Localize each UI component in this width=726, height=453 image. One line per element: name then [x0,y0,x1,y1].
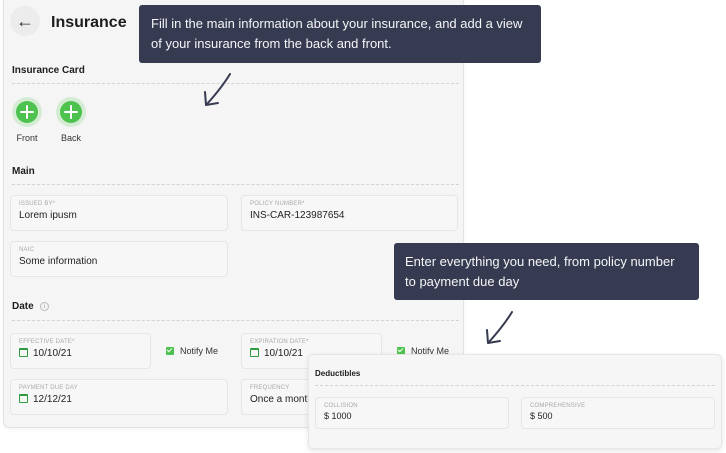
calendar-icon [250,348,259,357]
field-value: 10/10/21 [264,348,303,359]
section-insurance-card: Insurance Card [12,65,85,76]
calendar-icon [19,394,28,403]
divider [12,184,459,185]
field-label: FREQUENCY [250,385,290,391]
back-button[interactable]: ← [10,6,40,36]
tooltip-card-info: Fill in the main information about your … [139,5,541,63]
tooltip-text: Enter everything you need, from policy n… [405,254,675,289]
field-label: NAIC [19,247,35,253]
section-date: Date [12,301,34,312]
field-value-wrap: 10/10/21 [250,348,303,359]
front-label: Front [16,133,38,143]
tooltip-fields-info: Enter everything you need, from policy n… [394,243,699,300]
field-label: ISSUED BY* [19,201,56,207]
calendar-icon [19,348,28,357]
field-label: PAYMENT DUE DAY [19,385,78,391]
collision-field[interactable]: COLLISION $ 1000 [315,397,509,429]
divider [315,385,715,386]
arrow-left-icon: ← [16,10,34,31]
field-value: INS-CAR-123987654 [250,210,345,221]
field-label: COLLISION [324,403,358,409]
deductibles-card: Deductibles COLLISION $ 1000 COMPREHENSI… [308,354,722,449]
tooltip-text: Fill in the main information about your … [151,16,523,51]
info-icon[interactable]: i [40,302,49,311]
effective-date-field[interactable]: EFFECTIVE DATE* 10/10/21 [10,333,151,369]
field-label: POLICY NUMBER* [250,201,305,207]
field-value: 10/10/21 [33,348,72,359]
field-label: COMPREHENSIVE [530,403,586,409]
plus-icon [16,101,38,123]
hand-drawn-arrow-icon [486,311,513,344]
policy-number-field[interactable]: POLICY NUMBER* INS-CAR-123987654 [241,195,458,231]
checkbox-label: Notify Me [180,346,219,356]
field-value: 12/12/21 [33,394,72,405]
comprehensive-field[interactable]: COMPREHENSIVE $ 500 [521,397,715,429]
checkbox-checked-icon [166,347,174,355]
issued-by-field[interactable]: ISSUED BY* Lorem ipusm [10,195,228,231]
field-value: Lorem ipusm [19,210,77,221]
field-label: EFFECTIVE DATE* [19,339,75,345]
field-value: Some information [19,256,98,267]
naic-field[interactable]: NAIC Some information [10,241,228,277]
field-value: $ 1000 [324,411,352,421]
field-value-wrap: 10/10/21 [19,348,72,359]
add-back-button[interactable] [56,97,86,127]
hand-drawn-arrow-icon [204,73,231,106]
plus-icon [60,101,82,123]
effective-notify-checkbox[interactable]: Notify Me [166,346,218,356]
back-label: Back [60,133,81,143]
section-deductibles: Deductibles [315,369,361,378]
page-title: Insurance [51,14,127,31]
add-front-button[interactable] [12,97,42,127]
divider [12,320,459,321]
field-value: $ 500 [530,411,553,421]
field-value-wrap: 12/12/21 [19,394,72,405]
field-value: Once a month [250,394,313,405]
field-label: EXPIRATION DATE* [250,339,309,345]
payment-due-field[interactable]: PAYMENT DUE DAY 12/12/21 [10,379,228,415]
section-main: Main [12,166,35,177]
